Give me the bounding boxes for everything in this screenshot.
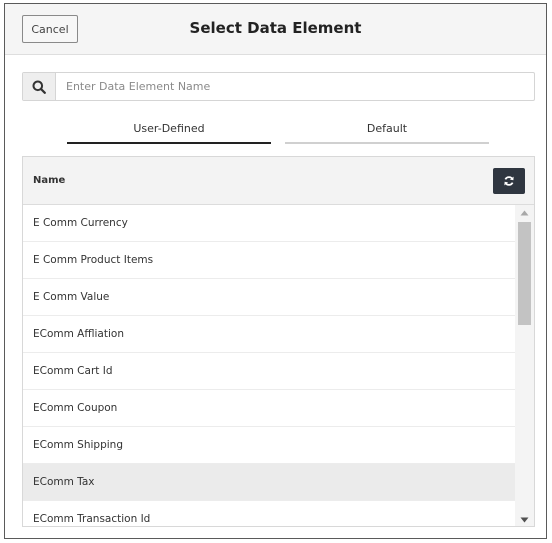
- data-element-table: Name E Comm Currency E Comm Product Item…: [22, 156, 535, 527]
- table-row[interactable]: EComm Coupon: [23, 390, 517, 427]
- table-row[interactable]: EComm Affliation: [23, 316, 517, 353]
- table-row[interactable]: E Comm Value: [23, 279, 517, 316]
- table-row[interactable]: E Comm Product Items: [23, 242, 517, 279]
- search-icon[interactable]: [23, 73, 56, 100]
- search-bar: [22, 72, 535, 101]
- table-row[interactable]: EComm Cart Id: [23, 353, 517, 390]
- table-body: E Comm Currency E Comm Product Items E C…: [23, 205, 517, 526]
- caret-up-icon[interactable]: [515, 205, 534, 221]
- vertical-scrollbar[interactable]: [515, 205, 534, 526]
- refresh-button[interactable]: [493, 168, 525, 194]
- table-row-selected[interactable]: EComm Tax: [23, 464, 517, 501]
- modal-header: Cancel Select Data Element: [5, 4, 546, 55]
- scrollbar-thumb[interactable]: [518, 222, 531, 325]
- tab-user-defined[interactable]: User-Defined: [67, 122, 271, 144]
- table-row[interactable]: EComm Transaction Id: [23, 501, 517, 526]
- column-header-name[interactable]: Name: [33, 175, 65, 186]
- search-input[interactable]: [56, 73, 534, 100]
- table-row[interactable]: E Comm Currency: [23, 205, 517, 242]
- modal-title: Select Data Element: [189, 19, 362, 37]
- table-row[interactable]: EComm Shipping: [23, 427, 517, 464]
- tab-default[interactable]: Default: [285, 122, 489, 144]
- refresh-icon: [504, 176, 514, 186]
- select-data-element-modal: Cancel Select Data Element User-Defined …: [4, 3, 547, 539]
- table-header: Name: [23, 157, 534, 205]
- caret-down-icon[interactable]: [515, 512, 534, 526]
